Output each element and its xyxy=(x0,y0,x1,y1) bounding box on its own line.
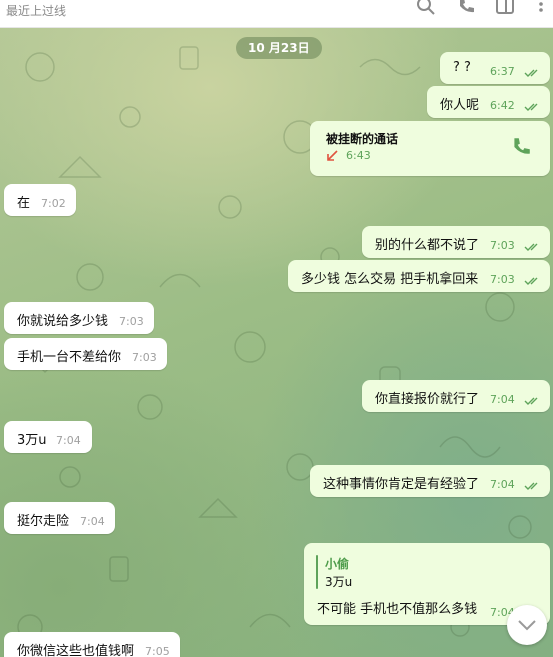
message-bubble-incoming[interactable]: 挺尔走险 7:04 xyxy=(4,502,115,534)
message-text: 你直接报价就行了 xyxy=(375,392,480,407)
message-text: 手机一台不差给你 xyxy=(17,350,122,365)
message-bubble-outgoing[interactable]: 你直接报价就行了 7:04 xyxy=(362,380,550,412)
more-icon[interactable] xyxy=(531,0,551,16)
last-seen-status: 最近上过线 xyxy=(6,4,67,18)
chat-area[interactable]: 10 月23日 ? ? 6:37 你人呢 6:42 被挂断的通话 6:43 在 … xyxy=(0,27,553,657)
message-time: 7:02 xyxy=(41,197,66,210)
scroll-to-bottom-button[interactable] xyxy=(507,605,547,645)
date-separator: 10 月23日 xyxy=(236,37,322,59)
message-time: 7:04 xyxy=(56,434,81,447)
message-time: 6:42 xyxy=(490,99,515,112)
message-text: 你就说给多少钱 xyxy=(17,314,109,329)
message-time: 7:05 xyxy=(145,645,170,657)
message-text: 挺尔走险 xyxy=(17,514,70,529)
quote-bar xyxy=(316,555,318,589)
missed-call-icon xyxy=(327,150,338,161)
message-text: 多少钱 怎么交易 把手机拿回来 xyxy=(301,272,479,287)
phone-icon[interactable] xyxy=(456,0,476,16)
sidebar-icon[interactable] xyxy=(495,0,515,16)
message-text: 你人呢 xyxy=(440,98,480,113)
quoted-sender: 小偷 xyxy=(325,557,350,571)
message-text: 你微信这些也值钱啊 xyxy=(17,644,135,657)
double-check-icon xyxy=(524,277,538,285)
message-time: 6:43 xyxy=(346,149,371,162)
message-text: 3万u xyxy=(17,433,47,448)
missed-call-bubble[interactable]: 被挂断的通话 6:43 xyxy=(310,121,550,176)
message-text: 不可能 手机也不值那么多钱 xyxy=(317,602,478,617)
message-bubble-incoming[interactable]: 你微信这些也值钱啊 7:05 xyxy=(4,632,180,657)
double-check-icon xyxy=(524,397,538,405)
chat-header: 最近上过线 xyxy=(0,0,553,28)
message-time: 7:03 xyxy=(490,273,515,286)
double-check-icon xyxy=(524,482,538,490)
message-bubble-outgoing[interactable]: 多少钱 怎么交易 把手机拿回来 7:03 xyxy=(288,260,550,292)
message-text: ? ? xyxy=(453,60,471,75)
message-text: 在 xyxy=(17,196,31,211)
message-text: 这种事情你肯定是有经验了 xyxy=(323,477,480,492)
double-check-icon xyxy=(524,103,538,111)
message-time: 7:04 xyxy=(490,478,515,491)
message-time: 7:04 xyxy=(80,515,105,528)
message-time: 7:03 xyxy=(490,239,515,252)
double-check-icon xyxy=(524,69,538,77)
quoted-text: 3万u xyxy=(325,575,353,589)
message-bubble-incoming[interactable]: 你就说给多少钱 7:03 xyxy=(4,302,154,334)
message-text: 别的什么都不说了 xyxy=(375,238,480,253)
message-bubble-incoming[interactable]: 在 7:02 xyxy=(4,184,76,216)
message-time: 7:03 xyxy=(119,315,144,328)
double-check-icon xyxy=(524,243,538,251)
message-bubble-outgoing[interactable]: 这种事情你肯定是有经验了 7:04 xyxy=(310,465,550,497)
chevron-down-icon xyxy=(518,620,536,631)
message-time: 6:37 xyxy=(490,65,515,78)
call-title: 被挂断的通话 xyxy=(326,132,399,146)
message-bubble-outgoing[interactable]: 别的什么都不说了 7:03 xyxy=(362,226,550,258)
message-time: 7:04 xyxy=(490,393,515,406)
phone-icon[interactable] xyxy=(510,136,532,158)
message-bubble-outgoing[interactable]: 你人呢 6:42 xyxy=(427,86,550,118)
message-bubble-incoming[interactable]: 3万u 7:04 xyxy=(4,421,92,453)
message-bubble-incoming[interactable]: 手机一台不差给你 7:03 xyxy=(4,338,167,370)
message-bubble-outgoing[interactable]: ? ? 6:37 xyxy=(440,52,550,84)
search-icon[interactable] xyxy=(416,0,436,16)
message-time: 7:03 xyxy=(132,351,157,364)
